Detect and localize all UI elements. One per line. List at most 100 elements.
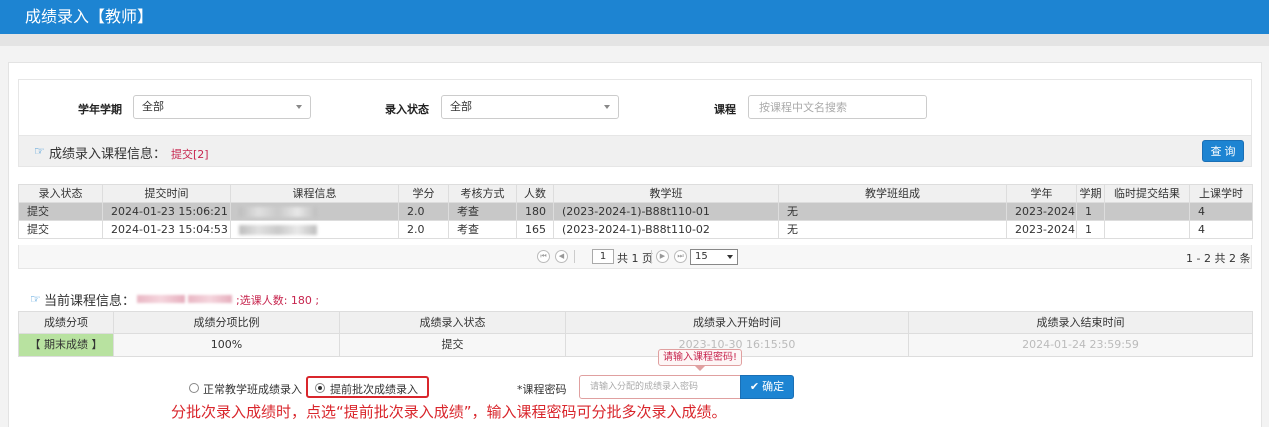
app-title-bar: 成绩录入【教师】 — [0, 0, 1269, 34]
course-table: 录入状态 提交时间 课程信息 学分 考核方式 人数 教学班 教学班组成 学年 学… — [18, 184, 1253, 239]
tooltip-arrow — [695, 366, 705, 371]
query-button[interactable]: 查 询 — [1202, 140, 1244, 162]
check-icon: ✔ — [749, 381, 760, 393]
term-cell: 1 — [1076, 202, 1105, 221]
pointer-hand-icon: ☞ — [34, 144, 45, 158]
table-row[interactable]: 提交 2024-01-23 15:04:53 2.0 考查 165 (2023-… — [18, 220, 1253, 239]
normal-entry-label[interactable]: 正常教学班成绩录入 — [203, 381, 302, 397]
column-header: 成绩录入开始时间 — [565, 311, 909, 334]
column-header: 录入状态 — [18, 184, 103, 203]
class-cell: (2023-2024-1)-B88t110-02 — [553, 220, 779, 239]
column-header: 临时提交结果 — [1104, 184, 1190, 203]
course-search-input[interactable] — [748, 95, 927, 119]
course-info-title: 成绩录入课程信息： — [49, 147, 167, 162]
year-cell: 2023-2024 — [1006, 202, 1077, 221]
course-label: 课程 — [714, 103, 736, 116]
time-cell: 2024-01-23 15:06:21 — [102, 202, 231, 221]
grade-item-cell: 【 期末成绩 】 — [18, 333, 114, 357]
credit-cell: 2.0 — [398, 202, 449, 221]
class-cell: (2023-2024-1)-B88t110-01 — [553, 202, 779, 221]
column-header: 成绩分项 — [18, 311, 114, 334]
entry-status-cell: 提交 — [339, 333, 566, 357]
year-term-label: 学年学期 — [78, 103, 122, 116]
redacted-course-code — [137, 295, 185, 303]
count-cell: 180 — [516, 202, 554, 221]
early-entry-label[interactable]: 提前批次成绩录入 — [330, 381, 418, 397]
temp-result-cell — [1104, 202, 1190, 221]
column-header: 课程信息 — [230, 184, 399, 203]
end-time-cell: 2024-01-24 23:59:59 — [908, 333, 1253, 357]
entry-status-label: 录入状态 — [385, 103, 429, 116]
column-header: 教学班 — [553, 184, 779, 203]
column-header: 成绩录入结束时间 — [908, 311, 1253, 334]
validation-tooltip: 请输入课程密码! — [658, 349, 742, 366]
next-page-icon[interactable]: ▶ — [656, 250, 669, 263]
column-header: 成绩分项比例 — [113, 311, 340, 334]
composition-cell: 无 — [778, 220, 1007, 239]
assess-cell: 考查 — [448, 220, 517, 239]
table-row[interactable]: 提交 2024-01-23 15:06:21 2.0 考查 180 (2023-… — [18, 202, 1253, 221]
time-cell: 2024-01-23 15:04:53 — [102, 220, 231, 239]
column-header: 人数 — [516, 184, 554, 203]
course-table-header: 录入状态 提交时间 课程信息 学分 考核方式 人数 教学班 教学班组成 学年 学… — [18, 184, 1253, 203]
enrolled-count: ;选课人数: 180 ; — [236, 294, 320, 307]
credit-cell: 2.0 — [398, 220, 449, 239]
grade-items-header: 成绩分项 成绩分项比例 成绩录入状态 成绩录入开始时间 成绩录入结束时间 — [18, 311, 1253, 334]
chevron-down-icon — [727, 255, 733, 259]
hours-cell: 4 — [1189, 202, 1253, 221]
submitted-count-link[interactable]: 提交[2] — [171, 146, 209, 162]
confirm-button[interactable]: ✔ 确定 — [740, 375, 794, 399]
status-cell: 提交 — [18, 220, 103, 239]
assess-cell: 考查 — [448, 202, 517, 221]
count-cell: 165 — [516, 220, 554, 239]
course-info-cell — [230, 202, 399, 221]
column-header: 教学班组成 — [778, 184, 1007, 203]
temp-result-cell — [1104, 220, 1190, 239]
page-size-value: 15 — [695, 251, 708, 262]
table-row: 【 期末成绩 】 100% 提交 2023-10-30 16:15:50 202… — [18, 333, 1253, 357]
app-title: 成绩录入【教师】 — [25, 7, 154, 26]
term-cell: 1 — [1076, 220, 1105, 239]
composition-cell: 无 — [778, 202, 1007, 221]
status-cell: 提交 — [18, 202, 103, 221]
hours-cell: 4 — [1189, 220, 1253, 239]
redacted-course-name — [188, 295, 232, 303]
year-term-value: 全部 — [142, 100, 164, 113]
entry-status-select[interactable]: 全部 — [441, 95, 619, 119]
record-summary: 1 - 2 共 2 条 — [1186, 252, 1251, 265]
early-entry-radio[interactable] — [315, 383, 325, 393]
column-header: 考核方式 — [448, 184, 517, 203]
prev-page-icon[interactable]: ◀ — [555, 250, 568, 263]
instruction-annotation: 分批次录入成绩时，点选“提前批次录入成绩”，输入课程密码可分批多次录入成绩。 — [171, 403, 727, 421]
column-header: 提交时间 — [102, 184, 231, 203]
entry-status-value: 全部 — [450, 100, 472, 113]
header-shadow — [0, 34, 1269, 46]
normal-entry-radio[interactable] — [189, 383, 199, 393]
course-password-label: *课程密码 — [517, 383, 567, 396]
redacted-course-name — [239, 206, 317, 217]
column-header: 学年 — [1006, 184, 1077, 203]
year-term-select[interactable]: 全部 — [133, 95, 311, 119]
grade-items-table: 成绩分项 成绩分项比例 成绩录入状态 成绩录入开始时间 成绩录入结束时间 【 期… — [18, 311, 1253, 357]
chevron-down-icon — [604, 105, 610, 109]
pager-separator — [651, 250, 652, 263]
pager-separator — [574, 250, 575, 263]
total-pages-text: 共 1 页 — [617, 252, 653, 265]
year-cell: 2023-2024 — [1006, 220, 1077, 239]
pointer-hand-icon: ☞ — [30, 292, 41, 306]
current-course-title: 当前课程信息： — [44, 294, 136, 309]
page-size-select[interactable]: 15 — [690, 249, 738, 265]
course-password-input[interactable] — [579, 375, 741, 399]
last-page-icon[interactable]: ⏭ — [674, 250, 687, 263]
confirm-label: 确定 — [762, 381, 785, 393]
first-page-icon[interactable]: ⏮ — [537, 250, 550, 263]
redacted-course-name — [239, 224, 317, 235]
chevron-down-icon — [296, 105, 302, 109]
column-header: 上课学时 — [1189, 184, 1253, 203]
ratio-cell: 100% — [113, 333, 340, 357]
column-header: 学期 — [1076, 184, 1105, 203]
course-info-cell — [230, 220, 399, 239]
column-header: 成绩录入状态 — [339, 311, 566, 334]
page-number-input[interactable]: 1 — [592, 249, 614, 264]
column-header: 学分 — [398, 184, 449, 203]
